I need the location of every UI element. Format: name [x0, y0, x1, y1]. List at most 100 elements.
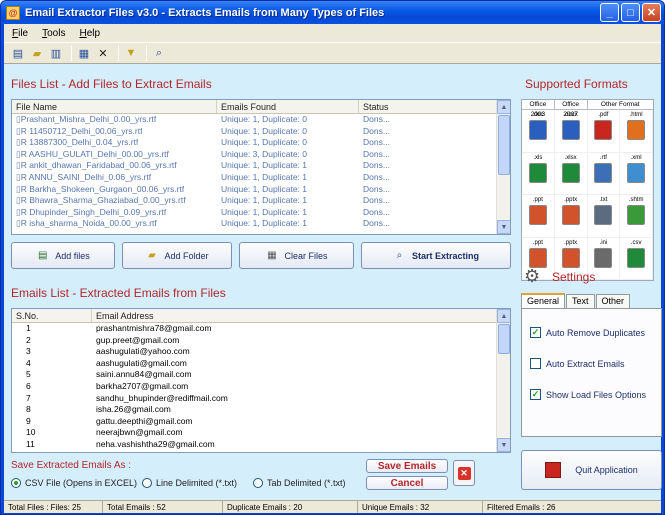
radio-csv[interactable]: CSV File (Opens in EXCEL): [11, 478, 137, 488]
save-emails-button[interactable]: Save Emails: [366, 459, 448, 473]
add-folder-tool-icon[interactable]: ▰: [29, 45, 45, 61]
add-files-icon: ▤: [38, 250, 48, 261]
table-row[interactable]: 7 sandhu_bhupinder@rediffmail.com: [12, 393, 510, 405]
column-header-email[interactable]: Email Address: [92, 309, 498, 322]
format-ext-label: .txt: [599, 197, 608, 203]
search-icon[interactable]: ⌕: [151, 45, 167, 61]
checkbox-show-load-files-options[interactable]: ✓ Show Load Files Options: [530, 389, 646, 400]
status-cell: Dons...: [363, 171, 390, 182]
files-table[interactable]: File Name Emails Found Status ▯ Prashant…: [11, 99, 511, 235]
radio-icon: [142, 478, 152, 488]
table-row[interactable]: ▯ Prashant_Mishra_Delhi_0.00_yrs.rtf Uniq…: [12, 114, 510, 126]
clear-files-button[interactable]: ▦ Clear Files: [239, 242, 354, 269]
column-header-status[interactable]: Status: [359, 100, 498, 113]
scroll-up-icon[interactable]: ▲: [497, 100, 510, 114]
add-files-button[interactable]: ▤ Add files: [11, 242, 115, 269]
file-name-wrap: ▯ R Bhawra_Sharma_Ghaziabad_0.00_yrs.rtf: [12, 195, 217, 207]
scroll-up-icon[interactable]: ▲: [497, 309, 510, 323]
status-cell: Dons...: [363, 148, 390, 159]
serial-cell: 6: [26, 380, 31, 391]
file-type-icon: [561, 247, 580, 268]
filter-tool-icon[interactable]: ▼: [123, 45, 139, 61]
file-type-icon: [528, 205, 547, 225]
table-row[interactable]: ▯ R 11450712_Delhi_00.06_yrs.rtf Unique: …: [12, 126, 510, 138]
table-row[interactable]: 11 neha.vashishtha29@gmail.com: [12, 439, 510, 451]
table-row[interactable]: ▯ R isha_sharma_Noida_00.00_yrs.rtf Uniqu…: [12, 218, 510, 230]
scroll-down-icon[interactable]: ▼: [497, 438, 510, 452]
scroll-thumb[interactable]: [498, 115, 510, 175]
exit-door-icon: [545, 462, 562, 478]
tab-text[interactable]: Text: [566, 294, 595, 308]
table-row[interactable]: 6 barkha2707@gmail.com: [12, 381, 510, 393]
checkbox-auto-extract-emails[interactable]: Auto Extract Emails: [530, 358, 625, 369]
column-header-sno[interactable]: S.No.: [12, 309, 92, 322]
table-row[interactable]: 2 gup.preet@gmail.com: [12, 335, 510, 347]
file-type-icon: [594, 205, 613, 225]
table-row[interactable]: ▯ R ANNU_SAINI_Delhi_0.06_yrs.rtf Unique:…: [12, 172, 510, 184]
email-cell: sandhu_bhupinder@rediffmail.com: [96, 392, 228, 403]
file-name-cell: R ankit_dhawan_Faridabad_00.06_yrs.rtf: [20, 160, 177, 171]
tab-other[interactable]: Other: [595, 294, 631, 308]
file-name-wrap: ▯ R ankit_dhawan_Faridabad_00.06_yrs.rtf: [12, 160, 217, 172]
close-button[interactable]: ✕: [642, 3, 661, 22]
format-cell: .xml: [620, 152, 653, 195]
menu-tools[interactable]: Tools: [42, 28, 65, 39]
scroll-down-icon[interactable]: ▼: [497, 220, 510, 234]
table-row[interactable]: ▯ R 13887300_Delhi_0.04_yrs.rtf Unique: 1…: [12, 137, 510, 149]
table-row[interactable]: 8 isha.26@gmail.com: [12, 404, 510, 416]
column-header-file-name[interactable]: File Name: [12, 100, 217, 113]
table-row[interactable]: 9 gattu.deepthi@gmail.com: [12, 416, 510, 428]
cancel-button[interactable]: Cancel: [366, 476, 448, 490]
format-column-office2007: Office 2007: [555, 100, 588, 118]
minimize-button[interactable]: _: [600, 3, 619, 22]
emails-scrollbar[interactable]: ▲ ▼: [496, 309, 510, 452]
files-list-title: Files List - Add Files to Extract Emails: [11, 77, 212, 91]
table-row[interactable]: ▯ R Barkha_Shokeen_Gurgaon_00.06_yrs.rtf…: [12, 184, 510, 196]
stop-button[interactable]: ✕: [453, 460, 475, 486]
format-ext-label: .xlsx: [564, 154, 577, 161]
app-window: @ Email Extractor Files v3.0 - Extracts …: [0, 0, 665, 515]
toolbar-separator: [146, 45, 147, 61]
delete-tool-icon[interactable]: ✕: [95, 45, 111, 61]
table-row[interactable]: ▯ R Bhawra_Sharma_Ghaziabad_0.00_yrs.rtf…: [12, 195, 510, 207]
menu-help[interactable]: Help: [79, 28, 100, 39]
table-row[interactable]: 5 saini.annu84@gmail.com: [12, 369, 510, 381]
radio-tab-delimited[interactable]: Tab Delimited (*.txt): [253, 478, 346, 488]
format-ext-label: .html: [629, 112, 643, 118]
table-row[interactable]: 3 aashugulati@yahoo.com: [12, 346, 510, 358]
checkbox-auto-remove-duplicates[interactable]: ✓ Auto Remove Duplicates: [530, 327, 645, 338]
radio-icon: [253, 478, 263, 488]
scroll-thumb[interactable]: [498, 324, 510, 354]
list-tool-icon[interactable]: ▦: [76, 45, 92, 61]
table-row[interactable]: ▯ R AASHU_GULATI_Delhi_00.00_yrs.rtf Uniq…: [12, 149, 510, 161]
format-ext-label: .doc: [532, 112, 544, 118]
emails-table[interactable]: S.No. Email Address 1 prashantmishra78@gm…: [11, 308, 511, 453]
table-row[interactable]: 1 prashantmishra78@gmail.com: [12, 323, 510, 335]
table-row[interactable]: ▯ R ankit_dhawan_Faridabad_00.06_yrs.rtf…: [12, 160, 510, 172]
column-header-emails-found[interactable]: Emails Found: [217, 100, 359, 113]
menu-file[interactable]: File: [12, 28, 28, 39]
quit-application-button[interactable]: Quit Application: [521, 450, 662, 490]
start-extracting-button[interactable]: ⌕ Start Extracting: [361, 242, 511, 269]
status-duplicate-emails: Duplicate Emails : 20: [223, 501, 358, 513]
title-bar[interactable]: @ Email Extractor Files v3.0 - Extracts …: [1, 1, 664, 24]
files-scrollbar[interactable]: ▲ ▼: [496, 100, 510, 234]
load-files-tool-icon[interactable]: ▥: [48, 45, 64, 61]
radio-line-delimited[interactable]: Line Delimited (*.txt): [142, 478, 237, 488]
checkbox-box: ✓: [530, 389, 541, 400]
serial-cell: 7: [26, 392, 31, 403]
serial-cell: 9: [26, 415, 31, 426]
maximize-button[interactable]: □: [621, 3, 640, 22]
add-files-tool-icon[interactable]: ▤: [10, 45, 26, 61]
status-total-files: Total Files : Files: 25: [4, 501, 103, 513]
table-row[interactable]: ▯ R Dhupinder_Singh_Delhi_0.09_yrs.rtf Un…: [12, 207, 510, 219]
format-ext-label: .pptx: [564, 239, 578, 246]
emails-found-cell: Unique: 1, Duplicate: 0: [221, 137, 307, 148]
format-cell: .txt: [587, 195, 621, 238]
tab-general[interactable]: General: [521, 293, 566, 308]
table-row[interactable]: 10 neerajbwn@gmail.com: [12, 427, 510, 439]
add-folder-button[interactable]: ▰ Add Folder: [122, 242, 232, 269]
file-type-icon: [561, 120, 580, 140]
menu-bar: File Tools Help: [4, 24, 661, 42]
table-row[interactable]: 4 aashugulati@gmail.com: [12, 358, 510, 370]
